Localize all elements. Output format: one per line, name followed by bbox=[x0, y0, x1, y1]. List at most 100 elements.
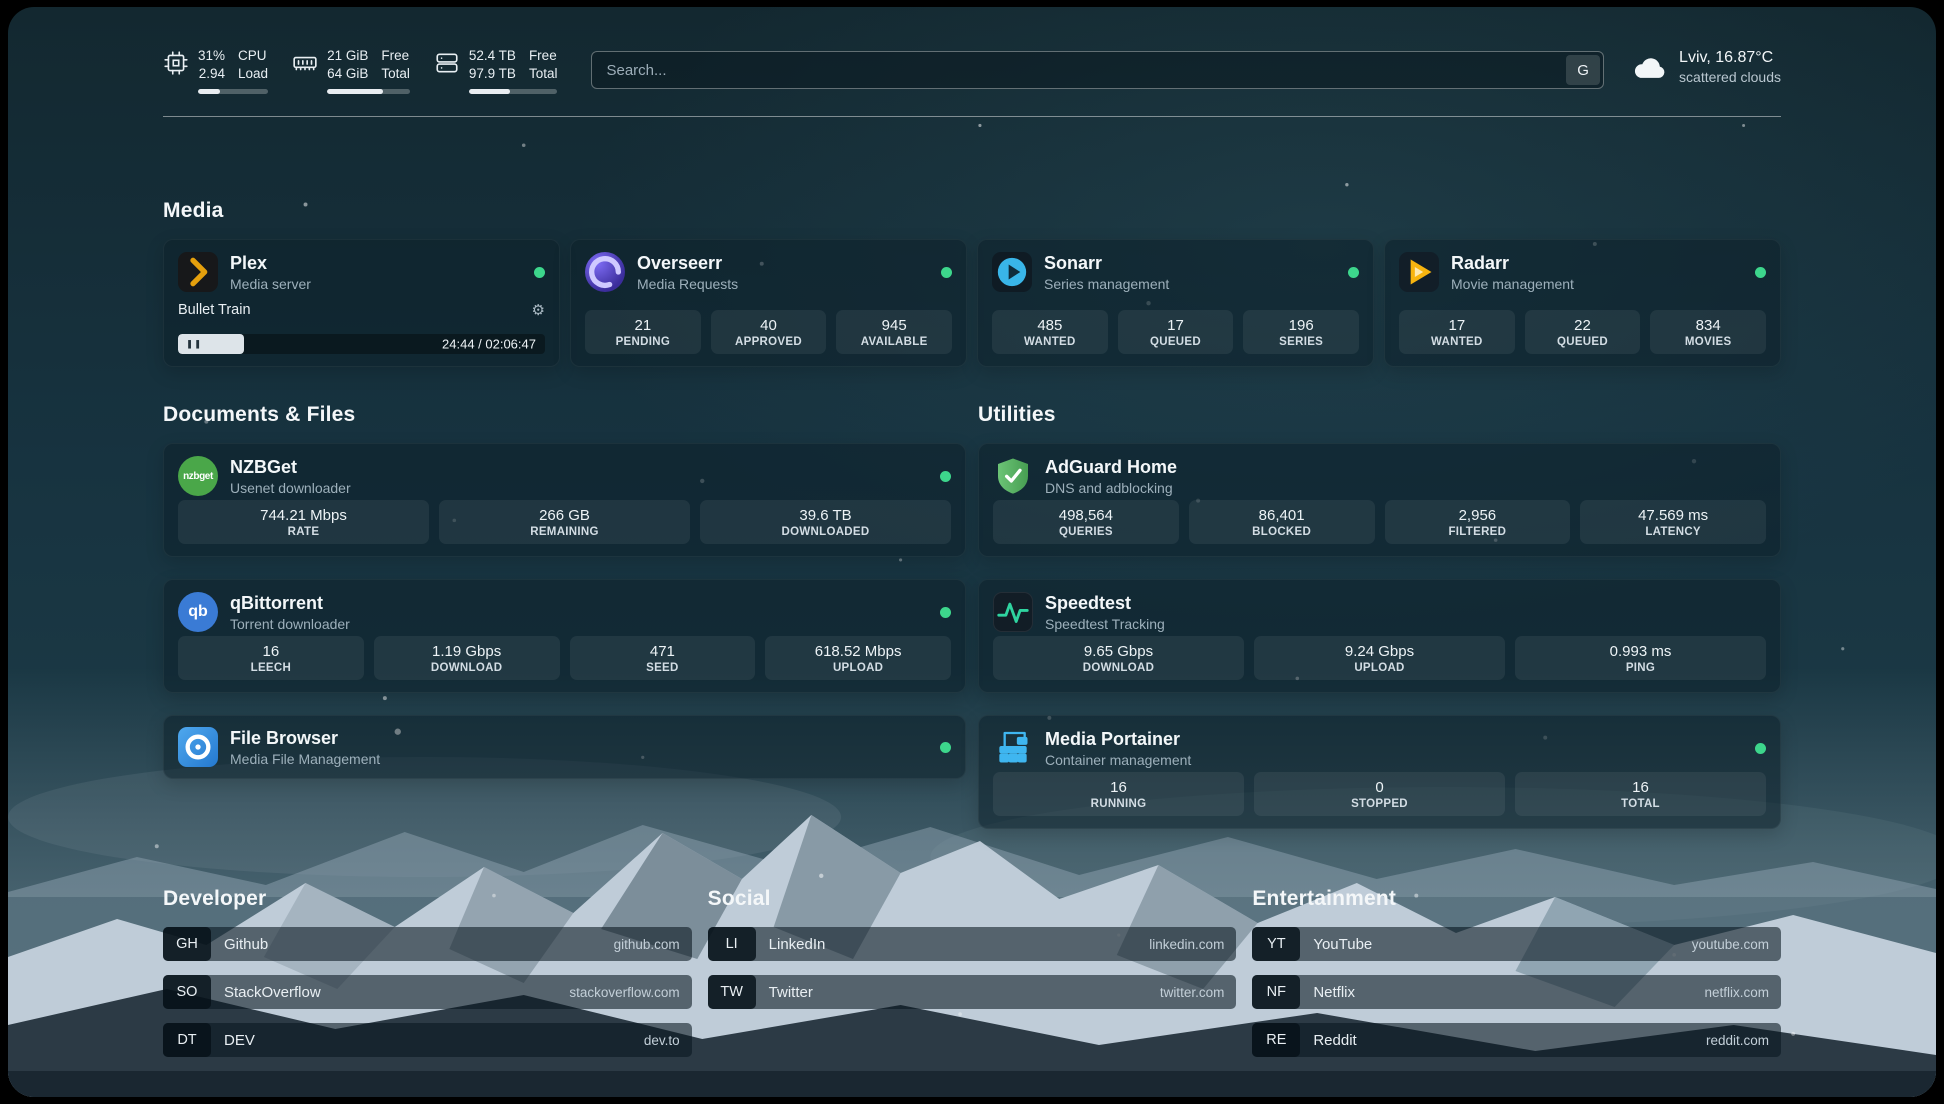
stat-label: LATENCY bbox=[1645, 526, 1701, 538]
stat-latency: 47.569 ms LATENCY bbox=[1580, 500, 1766, 544]
bookmark-abbr: TW bbox=[708, 975, 756, 1009]
bookmark-reddit[interactable]: RE Reddit reddit.com bbox=[1252, 1023, 1781, 1057]
stat-label: MOVIES bbox=[1685, 336, 1732, 348]
speedtest-icon bbox=[993, 592, 1033, 632]
status-online-dot bbox=[1755, 743, 1766, 754]
stat-value: 9.65 Gbps bbox=[1084, 643, 1153, 660]
stat-seed: 471 SEED bbox=[570, 636, 756, 680]
bookmark-name: YouTube bbox=[1313, 936, 1372, 953]
stat-upload: 9.24 Gbps UPLOAD bbox=[1254, 636, 1505, 680]
stat-upload: 618.52 Mbps UPLOAD bbox=[765, 636, 951, 680]
cpu-usage-bar-fill bbox=[198, 89, 220, 94]
app-card-qbittorrent[interactable]: qb qBittorrent Torrent downloader 16 bbox=[163, 579, 966, 693]
ram-total-label: Total bbox=[381, 65, 410, 83]
bookmark-name: Reddit bbox=[1313, 1032, 1356, 1049]
stat-label: TOTAL bbox=[1621, 798, 1660, 810]
bookmark-url: linkedin.com bbox=[1149, 937, 1224, 952]
stat-filtered: 2,956 FILTERED bbox=[1385, 500, 1571, 544]
disk-icon bbox=[434, 50, 460, 76]
section-title-social: Social bbox=[708, 887, 1237, 911]
bookmark-dev[interactable]: DT DEV dev.to bbox=[163, 1023, 692, 1057]
section-media: Media Plex Media server bbox=[163, 199, 1781, 367]
bookmark-youtube[interactable]: YT YouTube youtube.com bbox=[1252, 927, 1781, 961]
disk-free-label: Free bbox=[529, 47, 558, 65]
stat-label: REMAINING bbox=[530, 526, 599, 538]
stat-label: QUEUED bbox=[1557, 336, 1608, 348]
disk-total-value: 97.9 TB bbox=[469, 65, 516, 83]
app-desc-plex: Media server bbox=[230, 276, 311, 292]
search-engine-button[interactable]: G bbox=[1566, 55, 1600, 85]
app-card-radarr[interactable]: Radarr Movie management 17 WANTED 22 QUE… bbox=[1384, 239, 1781, 367]
stat-value: 834 bbox=[1696, 317, 1721, 334]
bookmark-url: twitter.com bbox=[1160, 985, 1225, 1000]
search-bar: G bbox=[591, 51, 1604, 89]
app-card-portainer[interactable]: Media Portainer Container management 16 … bbox=[978, 715, 1781, 829]
ram-usage-bar bbox=[327, 89, 410, 94]
app-desc-portainer: Container management bbox=[1045, 752, 1191, 768]
now-playing-title: Bullet Train bbox=[178, 302, 251, 318]
playback-progress-bar[interactable]: ❚❚ 24:44 / 02:06:47 bbox=[178, 334, 545, 354]
stat-label: RUNNING bbox=[1091, 798, 1147, 810]
settings-gear-icon[interactable]: ⚙ bbox=[532, 301, 545, 319]
app-card-filebrowser[interactable]: File Browser Media File Management bbox=[163, 715, 966, 779]
stat-value: 16 bbox=[263, 643, 280, 660]
bookmark-linkedin[interactable]: LI LinkedIn linkedin.com bbox=[708, 927, 1237, 961]
app-name-filebrowser: File Browser bbox=[230, 728, 380, 749]
stat-stopped: 0 STOPPED bbox=[1254, 772, 1505, 816]
stat-value: 16 bbox=[1110, 779, 1127, 796]
stat-label: DOWNLOAD bbox=[1083, 662, 1154, 674]
app-desc-radarr: Movie management bbox=[1451, 276, 1574, 292]
app-card-nzbget[interactable]: nzbget NZBGet Usenet downloader 744.21 M… bbox=[163, 443, 966, 557]
status-online-dot bbox=[1755, 267, 1766, 278]
bookmark-name: Netflix bbox=[1313, 984, 1355, 1001]
bookmark-abbr: YT bbox=[1252, 927, 1300, 961]
stat-wanted: 485 WANTED bbox=[992, 310, 1108, 354]
plex-icon bbox=[178, 252, 218, 292]
app-card-adguard[interactable]: AdGuard Home DNS and adblocking 498,564 … bbox=[978, 443, 1781, 557]
app-name-portainer: Media Portainer bbox=[1045, 729, 1191, 750]
app-card-plex[interactable]: Plex Media server Bullet Train ⚙ ❚❚ 24:4… bbox=[163, 239, 560, 367]
stat-value: 0.993 ms bbox=[1610, 643, 1672, 660]
stat-value: 47.569 ms bbox=[1638, 507, 1708, 524]
app-name-adguard: AdGuard Home bbox=[1045, 457, 1177, 478]
stat-label: QUERIES bbox=[1059, 526, 1113, 538]
disk-usage-bar bbox=[469, 89, 558, 94]
bookmark-github[interactable]: GH Github github.com bbox=[163, 927, 692, 961]
app-card-sonarr[interactable]: Sonarr Series management 485 WANTED 17 Q… bbox=[977, 239, 1374, 367]
stat-blocked: 86,401 BLOCKED bbox=[1189, 500, 1375, 544]
app-desc-filebrowser: Media File Management bbox=[230, 751, 380, 767]
bookmark-name: Twitter bbox=[769, 984, 813, 1001]
search-input[interactable] bbox=[591, 51, 1604, 89]
bookmark-netflix[interactable]: NF Netflix netflix.com bbox=[1252, 975, 1781, 1009]
weather-widget[interactable]: Lviv, 16.87°C scattered clouds bbox=[1632, 49, 1781, 85]
stat-series: 196 SERIES bbox=[1243, 310, 1359, 354]
bookmark-name: DEV bbox=[224, 1032, 255, 1049]
app-desc-speedtest: Speedtest Tracking bbox=[1045, 616, 1165, 632]
cpu-load-value: 2.94 bbox=[199, 65, 225, 83]
cpu-load-label: Load bbox=[238, 65, 268, 83]
playback-time: 24:44 / 02:06:47 bbox=[442, 337, 536, 352]
bookmark-twitter[interactable]: TW Twitter twitter.com bbox=[708, 975, 1237, 1009]
bookmark-stackoverflow[interactable]: SO StackOverflow stackoverflow.com bbox=[163, 975, 692, 1009]
disk-free-value: 52.4 TB bbox=[469, 47, 516, 65]
app-name-overseerr: Overseerr bbox=[637, 253, 738, 274]
app-card-speedtest[interactable]: Speedtest Speedtest Tracking 9.65 Gbps D… bbox=[978, 579, 1781, 693]
stat-download: 9.65 Gbps DOWNLOAD bbox=[993, 636, 1244, 680]
app-card-overseerr[interactable]: Overseerr Media Requests 21 PENDING 40 A… bbox=[570, 239, 967, 367]
stat-available: 945 AVAILABLE bbox=[836, 310, 952, 354]
stat-label: WANTED bbox=[1024, 336, 1076, 348]
nzbget-icon-text: nzbget bbox=[183, 471, 213, 482]
stat-value: 39.6 TB bbox=[799, 507, 851, 524]
ram-usage-bar-fill bbox=[327, 89, 382, 94]
filebrowser-icon bbox=[178, 727, 218, 767]
sonarr-icon bbox=[992, 252, 1032, 292]
section-title-documents: Documents & Files bbox=[163, 403, 966, 427]
stat-running: 16 RUNNING bbox=[993, 772, 1244, 816]
weather-condition: scattered clouds bbox=[1679, 69, 1781, 85]
cpu-icon bbox=[163, 50, 189, 76]
stat-value: 266 GB bbox=[539, 507, 590, 524]
pause-icon[interactable]: ❚❚ bbox=[186, 339, 202, 350]
stat-label: FILTERED bbox=[1448, 526, 1506, 538]
app-name-qbittorrent: qBittorrent bbox=[230, 593, 350, 614]
stat-label: RATE bbox=[288, 526, 320, 538]
